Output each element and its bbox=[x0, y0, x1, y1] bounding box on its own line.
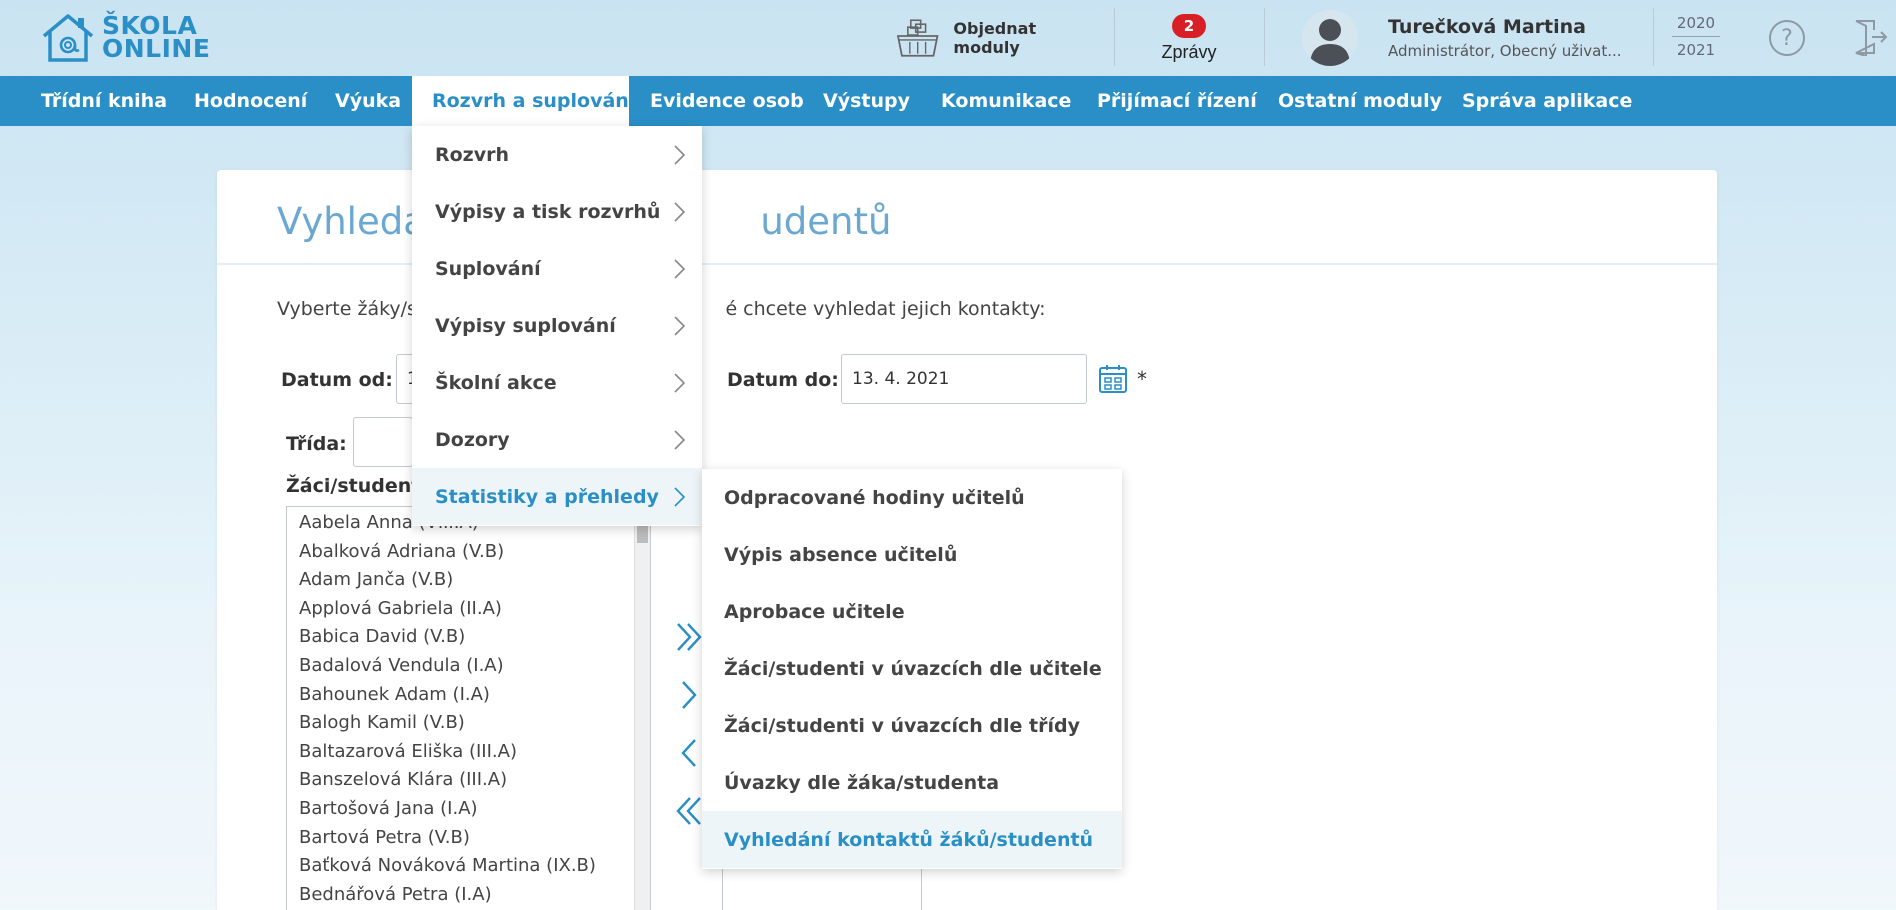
student-list-item[interactable]: Banszelová Klára (III.A) bbox=[287, 766, 650, 795]
skola-online-logo[interactable]: ŠKOLA ONLINE bbox=[40, 12, 210, 66]
statistiky-submenu: Odpracované hodiny učitelů Výpis absence… bbox=[702, 469, 1122, 869]
order-modules-label: Objednat moduly bbox=[953, 19, 1037, 57]
avatar bbox=[1302, 10, 1358, 66]
submenu-item-odpracovane-hodiny[interactable]: Odpracované hodiny učitelů bbox=[702, 469, 1122, 526]
menu-item-vypisy-suplovani[interactable]: Výpisy suplování bbox=[412, 297, 702, 354]
main-nav: Třídní kniha Hodnocení Výuka Rozvrh a su… bbox=[0, 76, 1896, 126]
nav-item-prijimaci-rizeni[interactable]: Přijímací řízení bbox=[1077, 76, 1277, 126]
student-list-item[interactable]: Applová Gabriela (II.A) bbox=[287, 595, 650, 624]
rozvrh-dropdown-menu: Rozvrh Výpisy a tisk rozvrhů Suplování V… bbox=[412, 126, 702, 526]
submenu-item-vyhledani-kontaktu[interactable]: Vyhledání kontaktů žáků/studentů bbox=[702, 811, 1122, 868]
year-from: 2020 bbox=[1672, 14, 1720, 37]
house-at-icon bbox=[42, 14, 94, 62]
logout-icon[interactable] bbox=[1852, 18, 1888, 56]
header-divider bbox=[1653, 8, 1654, 66]
header-divider bbox=[1114, 8, 1115, 66]
submenu-item-aprobace-ucitele[interactable]: Aprobace učitele bbox=[702, 583, 1122, 640]
chevron-right-icon bbox=[674, 316, 686, 336]
menu-item-rozvrh[interactable]: Rozvrh bbox=[412, 126, 702, 183]
students-listbox[interactable]: Aabela Anna (VIII.A) Abalková Adriana (V.… bbox=[286, 506, 651, 910]
student-list-item[interactable]: Bartošová Jana (I.A) bbox=[287, 795, 650, 824]
user-profile[interactable]: Turečková Martina Administrátor, Obecný … bbox=[1302, 0, 1642, 76]
move-all-right-icon[interactable] bbox=[672, 620, 706, 654]
help-icon[interactable]: ? bbox=[1769, 20, 1805, 56]
messages-label: Zprávy bbox=[1161, 41, 1217, 62]
required-mark: * bbox=[1137, 367, 1147, 391]
chevron-right-icon bbox=[674, 202, 686, 222]
calendar-icon[interactable] bbox=[1098, 364, 1128, 394]
student-list-item[interactable]: Babica David (V.B) bbox=[287, 623, 650, 652]
submenu-item-zaci-dle-ucitele[interactable]: Žáci/studenti v úvazcích dle učitele bbox=[702, 640, 1122, 697]
student-list-item[interactable]: Bahounek Adam (I.A) bbox=[287, 681, 650, 710]
date-to-label: Datum do: bbox=[727, 369, 839, 391]
nav-item-evidence-osob[interactable]: Evidence osob bbox=[630, 76, 824, 126]
instruction-right: é chcete vyhledat jejich kontakty: bbox=[725, 298, 1046, 320]
menu-item-suplovani[interactable]: Suplování bbox=[412, 240, 702, 297]
class-select[interactable] bbox=[353, 417, 413, 467]
user-name: Turečková Martina bbox=[1388, 16, 1586, 38]
student-list-item[interactable]: Bartová Petra (V.B) bbox=[287, 824, 650, 853]
user-info: Turečková Martina Administrátor, Obecný … bbox=[1388, 16, 1622, 60]
order-modules-button[interactable]: Objednat moduly bbox=[896, 0, 1106, 76]
menu-item-label: Dozory bbox=[435, 428, 510, 451]
user-silhouette-icon bbox=[1310, 19, 1350, 66]
move-right-icon[interactable] bbox=[672, 678, 706, 712]
app-header: ŠKOLA ONLINE Objednat moduly 2 Zprávy Tu… bbox=[0, 0, 1896, 76]
move-left-icon[interactable] bbox=[672, 736, 706, 770]
messages-button[interactable]: 2 Zprávy bbox=[1134, 0, 1244, 76]
student-list-item[interactable]: Bednářová Petra (I.A) bbox=[287, 881, 650, 910]
student-list-item[interactable]: Balogh Kamil (V.B) bbox=[287, 709, 650, 738]
chevron-right-icon bbox=[674, 487, 686, 507]
chevron-right-icon bbox=[674, 373, 686, 393]
student-list-item[interactable]: Adam Janča (V.B) bbox=[287, 566, 650, 595]
nav-item-vystupy[interactable]: Výstupy bbox=[803, 76, 930, 126]
menu-item-vypisy-a-tisk-rozvrhu[interactable]: Výpisy a tisk rozvrhů bbox=[412, 183, 702, 240]
date-from-label: Datum od: bbox=[281, 369, 393, 391]
basket-icon bbox=[896, 19, 939, 57]
nav-item-ostatni-moduly[interactable]: Ostatní moduly bbox=[1258, 76, 1462, 126]
messages-badge: 2 bbox=[1172, 13, 1206, 38]
menu-item-label: Školní akce bbox=[435, 371, 557, 394]
menu-item-skolni-akce[interactable]: Školní akce bbox=[412, 354, 702, 411]
menu-item-label: Statistiky a přehledy bbox=[435, 485, 659, 508]
year-to: 2021 bbox=[1676, 41, 1716, 59]
date-to-input[interactable]: 13. 4. 2021 bbox=[841, 354, 1087, 404]
class-label: Třída: bbox=[286, 433, 347, 455]
students-list: Aabela Anna (VIII.A) Abalková Adriana (V.… bbox=[287, 507, 650, 909]
student-list-item[interactable]: Baltazarová Eliška (III.A) bbox=[287, 738, 650, 767]
logo-line-2: ONLINE bbox=[102, 34, 211, 63]
nav-item-tridni-kniha[interactable]: Třídní kniha bbox=[21, 76, 187, 126]
nav-item-vyuka[interactable]: Výuka bbox=[315, 76, 421, 126]
menu-item-label: Výpisy suplování bbox=[435, 314, 616, 337]
submenu-item-zaci-dle-tridy[interactable]: Žáci/studenti v úvazcích dle třídy bbox=[702, 697, 1122, 754]
nav-item-sprava-aplikace[interactable]: Správa aplikace bbox=[1442, 76, 1652, 126]
page-title-right: udentů bbox=[760, 200, 892, 243]
student-list-item[interactable]: Abalková Adriana (V.B) bbox=[287, 538, 650, 567]
student-list-item[interactable]: Baťková Nováková Martina (IX.B) bbox=[287, 852, 650, 881]
nav-item-rozvrh-a-suplovani[interactable]: Rozvrh a suplování bbox=[412, 76, 635, 126]
submenu-item-vypis-absence[interactable]: Výpis absence učitelů bbox=[702, 526, 1122, 583]
menu-item-label: Rozvrh bbox=[435, 143, 510, 166]
menu-item-dozory[interactable]: Dozory bbox=[412, 411, 702, 468]
move-all-left-icon[interactable] bbox=[672, 794, 706, 828]
chevron-right-icon bbox=[674, 259, 686, 279]
chevron-right-icon bbox=[674, 430, 686, 450]
nav-item-komunikace[interactable]: Komunikace bbox=[921, 76, 1091, 126]
scrollbar[interactable] bbox=[634, 507, 650, 910]
logo-wordmark: ŠKOLA ONLINE bbox=[102, 13, 211, 63]
school-year-selector[interactable]: 2020 2021 bbox=[1672, 14, 1720, 59]
student-list-item[interactable]: Badalová Vendula (I.A) bbox=[287, 652, 650, 681]
nav-item-hodnoceni[interactable]: Hodnocení bbox=[174, 76, 327, 126]
submenu-item-uvazky-dle-zaka[interactable]: Úvazky dle žáka/studenta bbox=[702, 754, 1122, 811]
menu-item-statistiky-a-prehledy[interactable]: Statistiky a přehledy bbox=[412, 468, 702, 525]
header-divider bbox=[1264, 8, 1265, 66]
menu-item-label: Suplování bbox=[435, 257, 541, 280]
user-role: Administrátor, Obecný uživat... bbox=[1388, 42, 1622, 60]
chevron-right-icon bbox=[674, 145, 686, 165]
menu-item-label: Výpisy a tisk rozvrhů bbox=[435, 200, 661, 223]
